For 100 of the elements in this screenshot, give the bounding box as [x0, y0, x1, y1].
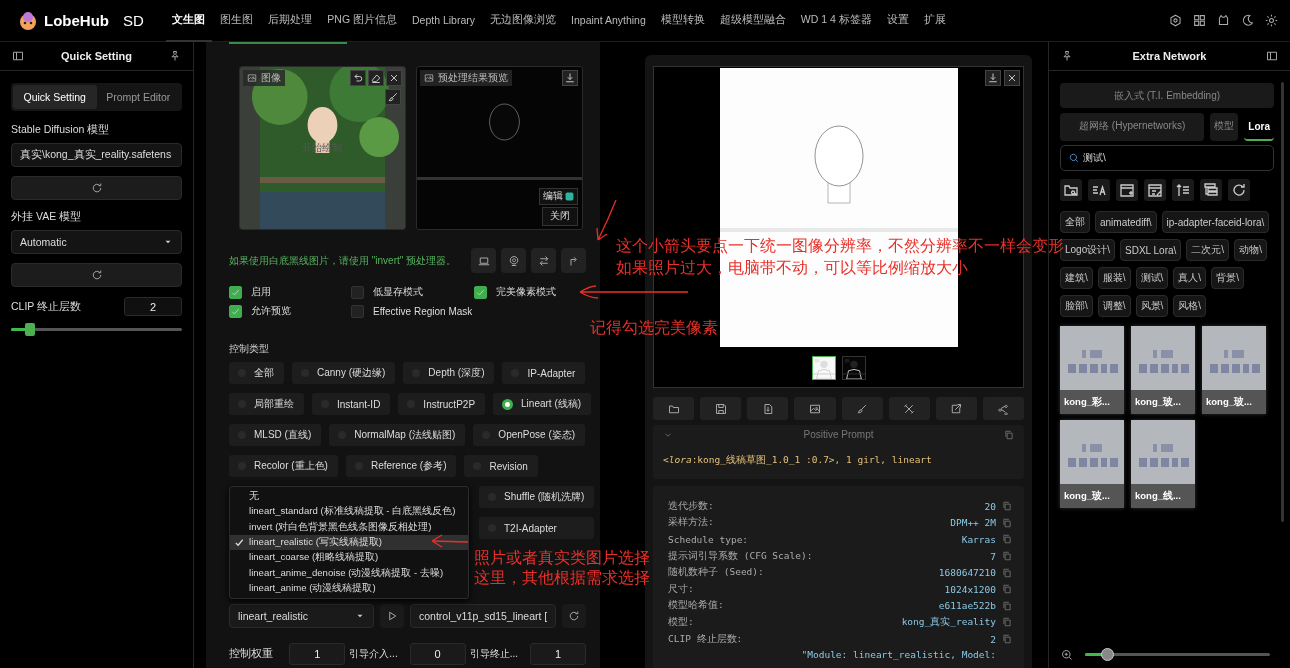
icon-button[interactable]: [501, 248, 526, 273]
folder-tag[interactable]: SDXL Lora\: [1120, 239, 1182, 261]
checkbox[interactable]: [351, 304, 364, 318]
copy-icon[interactable]: [1002, 567, 1012, 578]
copy-icon[interactable]: [1002, 600, 1012, 611]
toolbar-button[interactable]: [1060, 179, 1082, 201]
hexagon-icon[interactable]: [1169, 14, 1182, 27]
icon-button[interactable]: [531, 248, 556, 273]
number-field[interactable]: 1: [530, 643, 586, 665]
copy-icon[interactable]: [1002, 534, 1012, 545]
nav-tab[interactable]: 扩展: [917, 0, 953, 42]
close-button[interactable]: 关闭: [542, 207, 578, 226]
control-type-option[interactable]: Depth (深度): [403, 362, 495, 384]
menu-item[interactable]: invert (对白色背景黑色线条图像反相处理): [230, 519, 468, 535]
lora-card[interactable]: kong_彩...: [1060, 326, 1124, 414]
icon-button[interactable]: [982, 397, 1024, 420]
nav-tab[interactable]: 无边图像浏览: [483, 0, 563, 42]
icon-button[interactable]: [700, 397, 742, 420]
folder-tag[interactable]: animatediff\: [1095, 211, 1157, 233]
icon-button[interactable]: [935, 397, 977, 420]
refresh-button[interactable]: [562, 604, 586, 628]
lora-card[interactable]: kong_玻...: [1202, 326, 1266, 414]
toolbar-button[interactable]: [1144, 179, 1166, 201]
control-type-option[interactable]: IP-Adapter: [502, 362, 586, 384]
menu-item[interactable]: lineart_anime (动漫线稿提取): [230, 580, 468, 597]
close-icon[interactable]: [386, 70, 402, 86]
control-type-option[interactable]: NormalMap (法线贴图): [329, 424, 466, 446]
toolbar-button[interactable]: [1088, 179, 1110, 201]
icon-button[interactable]: [747, 397, 789, 420]
copy-icon[interactable]: [1002, 617, 1012, 628]
control-type-option[interactable]: Canny (硬边缘): [292, 362, 396, 384]
nav-tab[interactable]: 图生图: [213, 0, 260, 42]
menu-item[interactable]: lineart_anime_denoise (动漫线稿提取 - 去噪): [230, 565, 468, 581]
cat-icon[interactable]: [1217, 14, 1230, 27]
run-button[interactable]: [380, 604, 404, 628]
pin-icon[interactable]: [169, 50, 181, 62]
model-select[interactable]: 真实\kong_真实_reality.safetens: [11, 143, 182, 167]
close-icon[interactable]: [1004, 70, 1020, 86]
network-tab[interactable]: 模型: [1210, 113, 1239, 141]
slider-thumb[interactable]: [24, 323, 35, 336]
folder-tag[interactable]: 建筑\: [1060, 267, 1093, 289]
control-type-option[interactable]: Shuffle (随机洗牌): [479, 486, 595, 508]
menu-item[interactable]: lineart_realistic (写实线稿提取): [230, 534, 468, 551]
slider[interactable]: [1085, 648, 1270, 661]
toolbar-button[interactable]: [1200, 179, 1222, 201]
copy-icon[interactable]: [1002, 517, 1012, 528]
folder-tag[interactable]: 二次元\: [1186, 239, 1230, 261]
nav-tab[interactable]: 超级模型融合: [713, 0, 793, 42]
pin-icon[interactable]: [1061, 50, 1073, 62]
folder-tag[interactable]: ip-adapter-faceid-lora\: [1161, 211, 1270, 233]
copy-icon[interactable]: [1002, 634, 1012, 645]
folder-tag[interactable]: 调整\: [1097, 295, 1131, 317]
toolbar-button[interactable]: [1116, 179, 1138, 201]
folder-tag[interactable]: 测试\: [1135, 267, 1169, 289]
number-field[interactable]: 1: [289, 643, 346, 665]
edit-button[interactable]: 编辑: [539, 188, 578, 205]
download-icon[interactable]: [562, 70, 578, 86]
control-type-option[interactable]: Revision: [464, 455, 538, 477]
slider-thumb[interactable]: [1101, 648, 1115, 661]
copy-icon[interactable]: [1002, 501, 1012, 512]
nav-tab[interactable]: 模型转换: [654, 0, 712, 42]
icon-button[interactable]: [794, 397, 836, 420]
control-type-option[interactable]: Reference (参考): [345, 455, 457, 477]
lora-card[interactable]: kong_玻...: [1131, 326, 1195, 414]
control-type-option[interactable]: Lineart (线稿): [493, 393, 592, 415]
panel-tab[interactable]: Quick Setting: [13, 85, 97, 109]
control-type-option[interactable]: Instant-ID: [312, 393, 391, 415]
toolbar-button[interactable]: [1228, 179, 1250, 201]
copy-icon[interactable]: [1002, 584, 1012, 595]
lora-card[interactable]: kong_玻...: [1060, 420, 1124, 508]
panel-toggle-icon[interactable]: [12, 50, 24, 62]
folder-tag[interactable]: 风格\: [1173, 295, 1207, 317]
eraser-icon[interactable]: [368, 70, 384, 86]
download-icon[interactable]: [985, 70, 1001, 86]
copy-icon[interactable]: [1002, 551, 1012, 562]
toolbar-button[interactable]: [1172, 179, 1194, 201]
vae-select[interactable]: Automatic: [11, 230, 182, 254]
network-tab[interactable]: 超网络 (Hypernetworks): [1060, 113, 1205, 141]
folder-tag[interactable]: 真人\: [1173, 267, 1207, 289]
panel-toggle-icon[interactable]: [1266, 50, 1278, 62]
control-type-option[interactable]: 局部重绘: [229, 393, 304, 415]
nav-tab[interactable]: PNG 图片信息: [320, 0, 404, 42]
network-tab[interactable]: 嵌入式 (T.I. Embedding): [1060, 83, 1274, 108]
folder-tag[interactable]: 脸部\: [1060, 295, 1093, 317]
nav-tab[interactable]: Inpaint Anything: [564, 0, 653, 42]
control-type-option[interactable]: OpenPose (姿态): [473, 424, 586, 446]
nav-tab[interactable]: 文生图: [165, 0, 212, 42]
menu-item[interactable]: lineart_standard (标准线稿提取 - 白底黑线反色): [230, 504, 468, 520]
nav-tab[interactable]: Depth Library: [405, 0, 482, 42]
folder-tag[interactable]: 风景\: [1135, 295, 1169, 317]
menu-item[interactable]: 无: [230, 489, 468, 505]
settings-icon[interactable]: [1265, 14, 1278, 27]
moon-icon[interactable]: [1241, 14, 1254, 27]
slider[interactable]: [11, 323, 182, 336]
nav-tab[interactable]: WD 1 4 标签器: [794, 0, 879, 42]
checkbox[interactable]: [229, 285, 242, 299]
icon-button[interactable]: [471, 248, 496, 273]
number-field[interactable]: 2: [124, 297, 182, 316]
number-field[interactable]: 0: [409, 643, 466, 665]
nav-tab[interactable]: 设置: [880, 0, 916, 42]
